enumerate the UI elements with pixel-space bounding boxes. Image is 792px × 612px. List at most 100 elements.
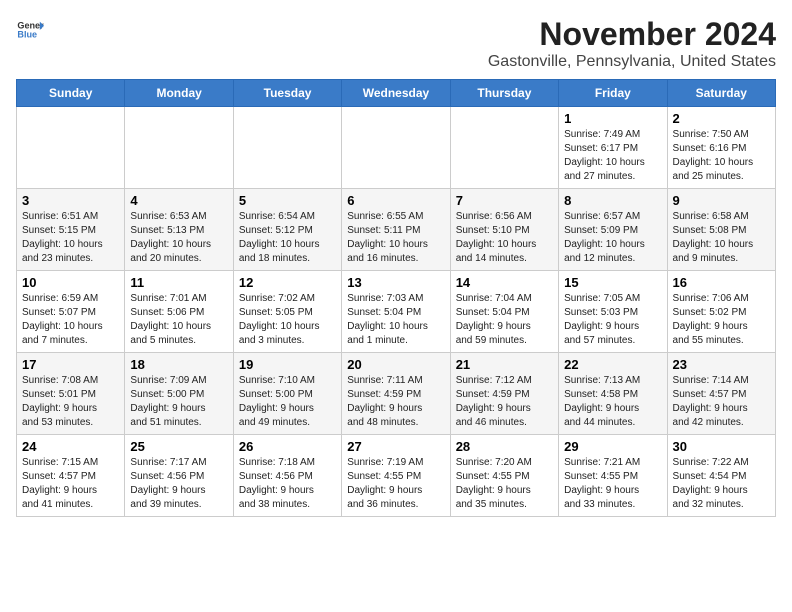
day-info: Sunrise: 7:15 AM Sunset: 4:57 PM Dayligh… [22, 456, 119, 512]
calendar-cell-3-2: 11Sunrise: 7:01 AM Sunset: 5:06 PM Dayli… [125, 271, 233, 353]
calendar-table: Sunday Monday Tuesday Wednesday Thursday… [16, 79, 776, 517]
day-info: Sunrise: 6:55 AM Sunset: 5:11 PM Dayligh… [347, 210, 444, 266]
calendar-cell-2-6: 8Sunrise: 6:57 AM Sunset: 5:09 PM Daylig… [559, 189, 667, 271]
calendar-cell-2-4: 6 Sunrise: 6:55 AM Sunset: 5:11 PM Daylig… [342, 189, 450, 271]
header-thursday: Thursday [450, 80, 558, 107]
day-number: 3 [22, 193, 119, 208]
day-info: Sunrise: 7:50 AM Sunset: 6:16 PM Dayligh… [673, 128, 770, 184]
page-subtitle: Gastonville, Pennsylvania, United States [488, 53, 776, 71]
day-info: Sunrise: 7:05 AM Sunset: 5:03 PM Dayligh… [564, 292, 661, 348]
calendar-cell-2-3: 5Sunrise: 6:54 AM Sunset: 5:12 PM Daylig… [233, 189, 341, 271]
day-info: Sunrise: 7:12 AM Sunset: 4:59 PM Dayligh… [456, 374, 553, 430]
day-number: 22 [564, 357, 661, 372]
day-number: 5 [239, 193, 336, 208]
calendar-week-4: 17 Sunrise: 7:08 AM Sunset: 5:01 PM Dayli… [17, 353, 776, 435]
day-info: Sunrise: 7:20 AM Sunset: 4:55 PM Dayligh… [456, 456, 553, 512]
day-info: Sunrise: 6:59 AM Sunset: 5:07 PM Dayligh… [22, 292, 119, 348]
day-number: 16 [673, 275, 770, 290]
title-block: November 2024 Gastonville, Pennsylvania,… [488, 16, 776, 71]
calendar-cell-3-3: 12 Sunrise: 7:02 AM Sunset: 5:05 PM Dayli… [233, 271, 341, 353]
day-info: Sunrise: 7:04 AM Sunset: 5:04 PM Dayligh… [456, 292, 553, 348]
day-info: Sunrise: 7:21 AM Sunset: 4:55 PM Dayligh… [564, 456, 661, 512]
calendar-cell-2-5: 7Sunrise: 6:56 AM Sunset: 5:10 PM Daylig… [450, 189, 558, 271]
calendar-week-5: 24 Sunrise: 7:15 AM Sunset: 4:57 PM Dayli… [17, 435, 776, 517]
day-info: Sunrise: 7:49 AM Sunset: 6:17 PM Dayligh… [564, 128, 661, 184]
calendar-cell-3-7: 16 Sunrise: 7:06 AM Sunset: 5:02 PM Dayli… [667, 271, 775, 353]
day-info: Sunrise: 7:02 AM Sunset: 5:05 PM Dayligh… [239, 292, 336, 348]
calendar-cell-1-6: 1 Sunrise: 7:49 AM Sunset: 6:17 PM Daylig… [559, 107, 667, 189]
header-saturday: Saturday [667, 80, 775, 107]
day-info: Sunrise: 7:08 AM Sunset: 5:01 PM Dayligh… [22, 374, 119, 430]
day-info: Sunrise: 6:53 AM Sunset: 5:13 PM Dayligh… [130, 210, 227, 266]
day-number: 1 [564, 111, 661, 126]
calendar-cell-5-2: 25 Sunrise: 7:17 AM Sunset: 4:56 PM Dayli… [125, 435, 233, 517]
calendar-cell-3-1: 10 Sunrise: 6:59 AM Sunset: 5:07 PM Dayli… [17, 271, 125, 353]
header-tuesday: Tuesday [233, 80, 341, 107]
calendar-cell-4-7: 23 Sunrise: 7:14 AM Sunset: 4:57 PM Dayli… [667, 353, 775, 435]
svg-text:Blue: Blue [17, 30, 37, 40]
day-info: Sunrise: 7:09 AM Sunset: 5:00 PM Dayligh… [130, 374, 227, 430]
day-number: 30 [673, 439, 770, 454]
calendar-cell-1-5 [450, 107, 558, 189]
day-info: Sunrise: 7:19 AM Sunset: 4:55 PM Dayligh… [347, 456, 444, 512]
calendar-cell-5-3: 26 Sunrise: 7:18 AM Sunset: 4:56 PM Dayli… [233, 435, 341, 517]
day-number: 29 [564, 439, 661, 454]
calendar-cell-1-1 [17, 107, 125, 189]
day-number: 12 [239, 275, 336, 290]
day-info: Sunrise: 7:03 AM Sunset: 5:04 PM Dayligh… [347, 292, 444, 348]
calendar-cell-4-5: 21Sunrise: 7:12 AM Sunset: 4:59 PM Dayli… [450, 353, 558, 435]
calendar-cell-4-1: 17 Sunrise: 7:08 AM Sunset: 5:01 PM Dayli… [17, 353, 125, 435]
day-number: 25 [130, 439, 227, 454]
day-number: 24 [22, 439, 119, 454]
calendar-cell-4-6: 22 Sunrise: 7:13 AM Sunset: 4:58 PM Dayli… [559, 353, 667, 435]
header-sunday: Sunday [17, 80, 125, 107]
day-number: 28 [456, 439, 553, 454]
calendar-cell-1-2 [125, 107, 233, 189]
day-number: 7 [456, 193, 553, 208]
header-friday: Friday [559, 80, 667, 107]
logo-icon: General Blue [16, 16, 44, 44]
calendar-cell-2-7: 9 Sunrise: 6:58 AM Sunset: 5:08 PM Daylig… [667, 189, 775, 271]
calendar-cell-4-3: 19Sunrise: 7:10 AM Sunset: 5:00 PM Dayli… [233, 353, 341, 435]
calendar-week-3: 10 Sunrise: 6:59 AM Sunset: 5:07 PM Dayli… [17, 271, 776, 353]
calendar-cell-5-5: 28 Sunrise: 7:20 AM Sunset: 4:55 PM Dayli… [450, 435, 558, 517]
day-info: Sunrise: 7:01 AM Sunset: 5:06 PM Dayligh… [130, 292, 227, 348]
day-number: 8 [564, 193, 661, 208]
logo: General Blue [16, 16, 44, 44]
day-number: 4 [130, 193, 227, 208]
calendar-cell-5-1: 24 Sunrise: 7:15 AM Sunset: 4:57 PM Dayli… [17, 435, 125, 517]
day-info: Sunrise: 7:06 AM Sunset: 5:02 PM Dayligh… [673, 292, 770, 348]
day-number: 23 [673, 357, 770, 372]
day-info: Sunrise: 6:58 AM Sunset: 5:08 PM Dayligh… [673, 210, 770, 266]
day-info: Sunrise: 6:51 AM Sunset: 5:15 PM Dayligh… [22, 210, 119, 266]
calendar-week-1: 1 Sunrise: 7:49 AM Sunset: 6:17 PM Daylig… [17, 107, 776, 189]
calendar-cell-3-4: 13 Sunrise: 7:03 AM Sunset: 5:04 PM Dayli… [342, 271, 450, 353]
day-number: 13 [347, 275, 444, 290]
day-number: 2 [673, 111, 770, 126]
day-info: Sunrise: 7:17 AM Sunset: 4:56 PM Dayligh… [130, 456, 227, 512]
calendar-cell-1-7: 2 Sunrise: 7:50 AM Sunset: 6:16 PM Daylig… [667, 107, 775, 189]
calendar-cell-3-5: 14 Sunrise: 7:04 AM Sunset: 5:04 PM Dayli… [450, 271, 558, 353]
day-info: Sunrise: 7:13 AM Sunset: 4:58 PM Dayligh… [564, 374, 661, 430]
page-header: General Blue November 2024 Gastonville, … [16, 16, 776, 71]
calendar-cell-5-4: 27 Sunrise: 7:19 AM Sunset: 4:55 PM Dayli… [342, 435, 450, 517]
day-number: 17 [22, 357, 119, 372]
calendar-cell-5-7: 30 Sunrise: 7:22 AM Sunset: 4:54 PM Dayli… [667, 435, 775, 517]
day-number: 14 [456, 275, 553, 290]
day-number: 10 [22, 275, 119, 290]
calendar-cell-2-1: 3 Sunrise: 6:51 AM Sunset: 5:15 PM Daylig… [17, 189, 125, 271]
calendar-cell-1-3 [233, 107, 341, 189]
day-info: Sunrise: 7:22 AM Sunset: 4:54 PM Dayligh… [673, 456, 770, 512]
day-number: 27 [347, 439, 444, 454]
day-number: 6 [347, 193, 444, 208]
day-number: 26 [239, 439, 336, 454]
page-title: November 2024 [488, 16, 776, 53]
day-info: Sunrise: 7:14 AM Sunset: 4:57 PM Dayligh… [673, 374, 770, 430]
calendar-cell-5-6: 29 Sunrise: 7:21 AM Sunset: 4:55 PM Dayli… [559, 435, 667, 517]
day-info: Sunrise: 7:11 AM Sunset: 4:59 PM Dayligh… [347, 374, 444, 430]
day-info: Sunrise: 7:18 AM Sunset: 4:56 PM Dayligh… [239, 456, 336, 512]
calendar-cell-4-4: 20Sunrise: 7:11 AM Sunset: 4:59 PM Dayli… [342, 353, 450, 435]
day-number: 9 [673, 193, 770, 208]
calendar-cell-4-2: 18Sunrise: 7:09 AM Sunset: 5:00 PM Dayli… [125, 353, 233, 435]
calendar-cell-2-2: 4 Sunrise: 6:53 AM Sunset: 5:13 PM Daylig… [125, 189, 233, 271]
